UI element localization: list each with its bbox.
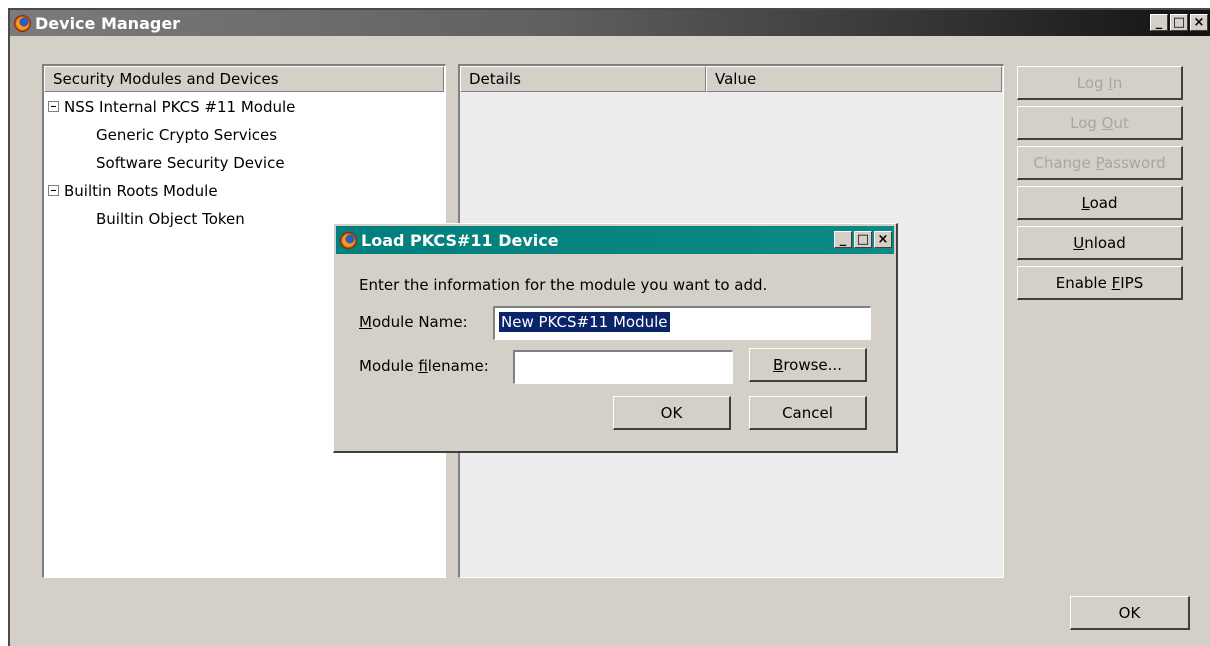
dialog-titlebar[interactable]: Load PKCS#11 Device _ □ ×	[336, 226, 894, 254]
close-icon[interactable]: ×	[1190, 14, 1208, 31]
tree-item-nss-internal-module[interactable]: NSS Internal PKCS #11 Module	[48, 94, 295, 120]
firefox-icon	[14, 14, 31, 32]
browse-button[interactable]: Browse...	[749, 348, 867, 382]
dialog-ok-button[interactable]: OK	[613, 396, 731, 430]
maximize-icon[interactable]: □	[1170, 14, 1188, 31]
main-ok-button[interactable]: OK	[1070, 596, 1190, 630]
enable-fips-button[interactable]: Enable FIPS	[1017, 266, 1183, 300]
log-in-button[interactable]: Log In	[1017, 66, 1183, 100]
collapse-icon[interactable]	[48, 101, 59, 112]
minimize-icon[interactable]: _	[1150, 14, 1168, 31]
log-out-button[interactable]: Log Out	[1017, 106, 1183, 140]
tree-item-label: Builtin Roots Module	[64, 182, 218, 200]
collapse-icon[interactable]	[48, 185, 59, 196]
dialog-cancel-button[interactable]: Cancel	[749, 396, 867, 430]
tree-item-builtin-roots-module[interactable]: Builtin Roots Module	[48, 178, 218, 204]
module-name-input[interactable]: New PKCS#11 Module	[493, 306, 871, 340]
tree-column-header[interactable]: Security Modules and Devices	[44, 66, 444, 92]
change-password-button[interactable]: Change Password	[1017, 146, 1183, 180]
tree-item-label: Software Security Device	[96, 154, 285, 172]
tree-item-software-security-device[interactable]: Software Security Device	[96, 150, 285, 176]
maximize-icon[interactable]: □	[854, 231, 872, 248]
unload-button[interactable]: Unload	[1017, 226, 1183, 260]
module-name-value: New PKCS#11 Module	[499, 312, 670, 332]
load-button[interactable]: Load	[1017, 186, 1183, 220]
window-controls: _ □ ×	[1150, 14, 1208, 31]
module-name-label: Module Name:	[359, 313, 468, 331]
tree-item-label: Builtin Object Token	[96, 210, 245, 228]
tree-item-generic-crypto-services[interactable]: Generic Crypto Services	[96, 122, 277, 148]
tree-item-label: Generic Crypto Services	[96, 126, 278, 144]
window-titlebar[interactable]: Device Manager _ □ ×	[10, 10, 1210, 36]
module-filename-input[interactable]	[513, 350, 733, 384]
firefox-icon	[340, 231, 357, 249]
tree-item-builtin-object-token[interactable]: Builtin Object Token	[96, 206, 245, 232]
dialog-instruction: Enter the information for the module you…	[359, 276, 768, 294]
load-pkcs11-dialog: Load PKCS#11 Device _ □ × Enter the info…	[333, 223, 898, 453]
minimize-icon[interactable]: _	[834, 231, 852, 248]
tree-item-label: NSS Internal PKCS #11 Module	[64, 98, 296, 116]
value-column-header[interactable]: Value	[706, 66, 1002, 92]
window-title: Device Manager	[35, 13, 181, 33]
device-manager-window: Device Manager _ □ × Security Modules an…	[8, 8, 1210, 646]
module-filename-label: Module filename:	[359, 357, 489, 375]
dialog-title: Load PKCS#11 Device	[361, 230, 559, 250]
close-icon[interactable]: ×	[874, 231, 892, 248]
details-column-header[interactable]: Details	[460, 66, 706, 92]
dialog-window-controls: _ □ ×	[834, 231, 892, 248]
